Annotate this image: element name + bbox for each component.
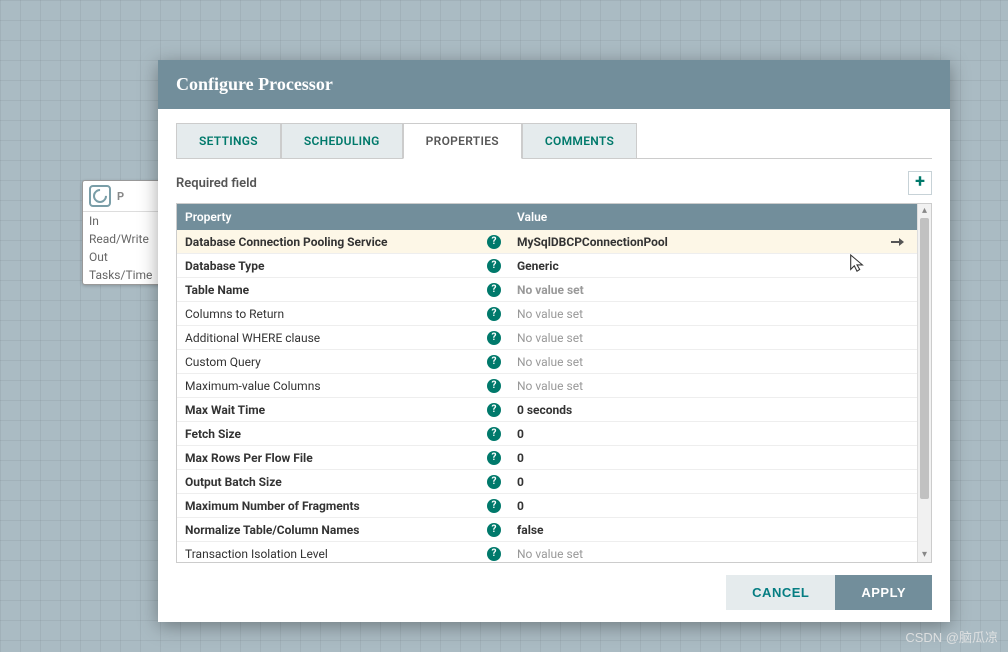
property-name: Columns to Return [185,307,481,321]
property-name: Additional WHERE clause [185,331,481,345]
property-name: Custom Query [185,355,481,369]
property-value[interactable]: MySqlDBCPConnectionPool [509,231,837,253]
add-property-button[interactable]: + [908,171,932,195]
apply-button[interactable]: APPLY [835,575,932,610]
property-name: Maximum-value Columns [185,379,481,393]
property-name: Maximum Number of Fragments [185,499,481,513]
required-field-label: Required field [176,176,257,191]
property-row[interactable]: Max Rows Per Flow File? 0 [177,446,917,470]
help-icon[interactable]: ? [487,475,501,489]
help-icon[interactable]: ? [487,403,501,417]
property-value[interactable]: No value set [509,279,837,301]
property-value[interactable]: 0 [509,447,837,469]
property-value[interactable]: 0 [509,471,837,493]
help-icon[interactable]: ? [487,331,501,345]
goto-service-icon[interactable] [891,235,907,249]
tab-properties[interactable]: PROPERTIES [403,123,522,159]
help-icon[interactable]: ? [487,427,501,441]
help-icon[interactable]: ? [487,379,501,393]
scrollbar-vertical[interactable]: ▴ ▾ [917,204,931,562]
property-row[interactable]: Custom Query? No value set [177,350,917,374]
scrollbar-down-icon[interactable]: ▾ [918,548,931,562]
scrollbar-up-icon[interactable]: ▴ [918,204,931,218]
property-row[interactable]: Maximum Number of Fragments? 0 [177,494,917,518]
property-value[interactable]: No value set [509,375,837,397]
help-icon[interactable]: ? [487,307,501,321]
tab-bar: SETTINGS SCHEDULING PROPERTIES COMMENTS [176,123,932,159]
property-row[interactable]: Normalize Table/Column Names? false [177,518,917,542]
help-icon[interactable]: ? [487,355,501,369]
column-header-value: Value [509,204,917,230]
property-row[interactable]: Output Batch Size? 0 [177,470,917,494]
property-value[interactable]: 0 seconds [509,399,837,421]
property-value[interactable]: 0 [509,495,837,517]
property-row[interactable]: Database Type? Generic [177,254,917,278]
help-icon[interactable]: ? [487,451,501,465]
processor-type-badge: P [117,190,124,203]
property-row[interactable]: Transaction Isolation Level? No value set [177,542,917,562]
property-value[interactable]: Generic [509,255,837,277]
properties-table: Property Value Database Connection Pooli… [176,203,932,563]
help-icon[interactable]: ? [487,235,501,249]
property-name: Database Type [185,259,481,273]
watermark: CSDN @脑瓜凉 [905,627,998,646]
property-name: Database Connection Pooling Service [185,235,481,249]
dialog-title: Configure Processor [158,60,950,109]
help-icon[interactable]: ? [487,259,501,273]
processor-icon [89,185,111,207]
property-name: Normalize Table/Column Names [185,523,481,537]
configure-processor-dialog: Configure Processor SETTINGS SCHEDULING … [158,60,950,622]
property-row[interactable]: Database Connection Pooling Service? MySq… [177,230,917,254]
help-icon[interactable]: ? [487,523,501,537]
property-row[interactable]: Columns to Return? No value set [177,302,917,326]
property-name: Table Name [185,283,481,297]
help-icon[interactable]: ? [487,547,501,561]
scrollbar-thumb[interactable] [920,218,929,499]
property-row[interactable]: Max Wait Time? 0 seconds [177,398,917,422]
tab-scheduling[interactable]: SCHEDULING [281,123,403,159]
property-row[interactable]: Fetch Size? 0 [177,422,917,446]
column-header-property: Property [177,204,509,230]
property-value[interactable]: No value set [509,327,837,349]
property-row[interactable]: Table Name? No value set [177,278,917,302]
property-value[interactable]: No value set [509,543,837,563]
tab-comments[interactable]: COMMENTS [522,123,637,159]
property-value[interactable]: false [509,519,837,541]
property-value[interactable]: No value set [509,303,837,325]
cancel-button[interactable]: CANCEL [726,575,835,610]
property-value[interactable]: 0 [509,423,837,445]
property-value[interactable]: No value set [509,351,837,373]
property-name: Max Wait Time [185,403,481,417]
tab-settings[interactable]: SETTINGS [176,123,281,159]
property-row[interactable]: Additional WHERE clause? No value set [177,326,917,350]
property-row[interactable]: Maximum-value Columns? No value set [177,374,917,398]
property-name: Max Rows Per Flow File [185,451,481,465]
property-name: Output Batch Size [185,475,481,489]
property-name: Transaction Isolation Level [185,547,481,561]
help-icon[interactable]: ? [487,499,501,513]
property-name: Fetch Size [185,427,481,441]
help-icon[interactable]: ? [487,283,501,297]
